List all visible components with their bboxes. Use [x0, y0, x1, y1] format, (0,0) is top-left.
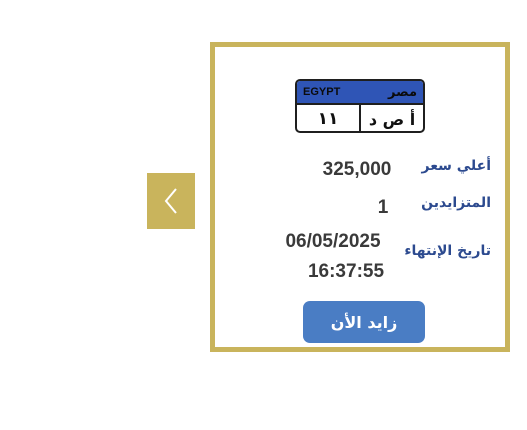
- plate-letters: أ ص د: [359, 105, 423, 131]
- plate-numbers: ١١: [317, 109, 339, 129]
- plate-header: EGYPT مصر: [297, 81, 423, 103]
- plate-country-en: EGYPT: [303, 86, 341, 98]
- end-date-value: 06/05/2025: [285, 231, 381, 252]
- end-date-label: تاريخ الإنتهاء: [404, 243, 491, 259]
- bidders-value: 1: [377, 197, 389, 218]
- end-time-value: 16:37:55: [307, 261, 385, 282]
- plate-country-ar: مصر: [388, 84, 417, 100]
- chevron-left-icon: [164, 188, 177, 214]
- auction-card[interactable]: EGYPT مصر ١١ أ ص د أعلي سعر 325,000 المت…: [210, 42, 510, 352]
- plate-body: ١١ أ ص د: [297, 103, 423, 131]
- highest-price-value: 325,000: [322, 159, 392, 180]
- page: EGYPT مصر ١١ أ ص د أعلي سعر 325,000 المت…: [0, 0, 527, 430]
- license-plate: EGYPT مصر ١١ أ ص د: [295, 79, 425, 133]
- bidders-label: المتزايدين: [421, 195, 491, 211]
- bid-now-button[interactable]: زايد الأن: [303, 301, 425, 343]
- highest-price-label: أعلي سعر: [421, 158, 492, 174]
- previous-slide-button[interactable]: [147, 173, 195, 229]
